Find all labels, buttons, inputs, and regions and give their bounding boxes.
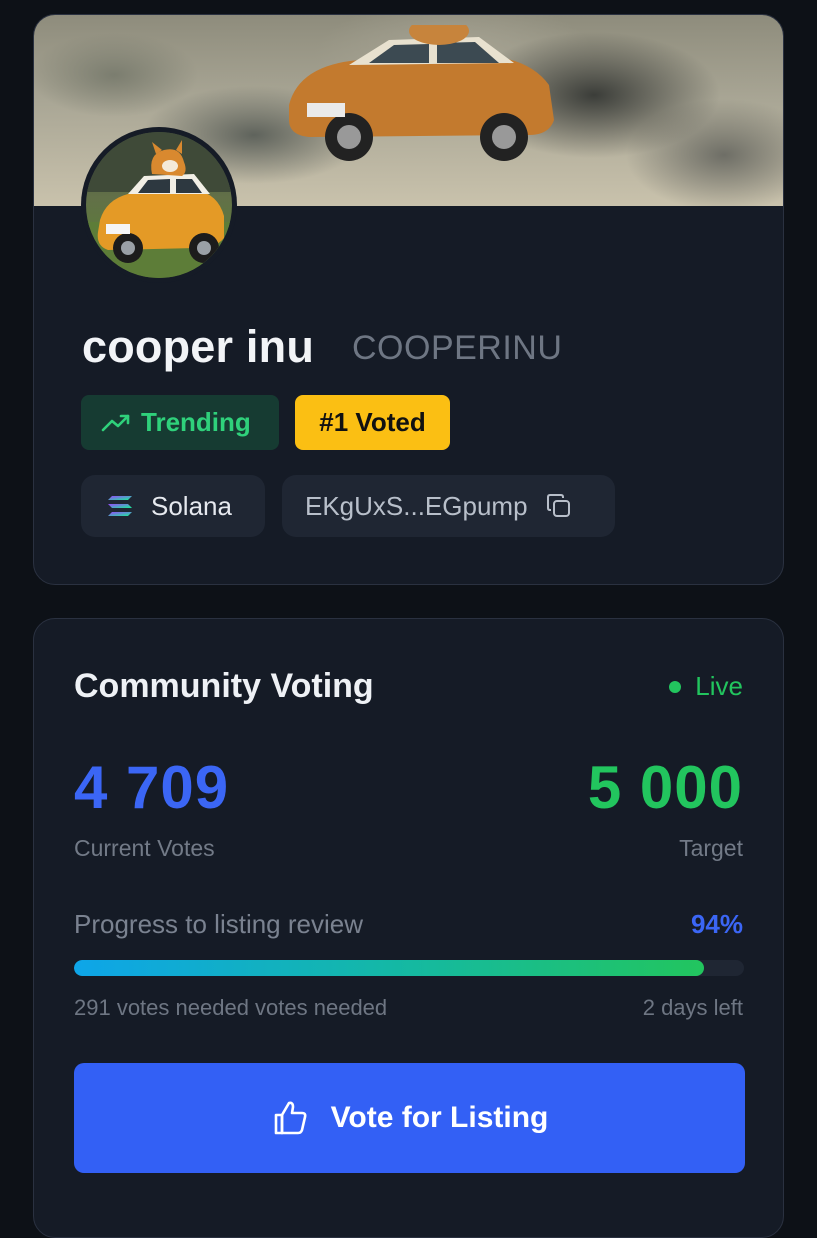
trending-up-icon [101,414,130,431]
live-dot-icon [669,680,682,693]
live-status-label: Live [695,671,743,701]
voted-badge: #1 Voted [295,395,450,450]
banner-car-illustration [289,25,554,161]
progress-label: Progress to listing review [74,909,363,939]
token-symbol: COOPERINU [352,329,563,367]
vote-for-listing-button[interactable]: Vote for Listing [74,1063,745,1173]
trending-badge: Trending [81,395,279,450]
chain-label: Solana [151,490,232,521]
copy-icon[interactable] [546,493,572,519]
progress-bar-fill [74,960,704,976]
live-status: Live [669,671,743,702]
target-votes-value: 5 000 [587,754,743,821]
token-card: cooper inu COOPERINU Trending #1 Voted S… [33,14,784,585]
chain-chip[interactable]: Solana [81,475,265,537]
community-voting-card: Community Voting Live 4 709 Current Vote… [33,618,784,1238]
current-votes-value: 4 709 [74,754,230,821]
solana-icon [108,496,132,516]
time-left-text: 2 days left [642,995,743,1020]
contract-address: EKgUxS...EGpump [305,490,528,521]
vote-button-label: Vote for Listing [330,1101,549,1134]
target-votes-label: Target [679,835,743,861]
progress-percent: 94% [690,909,743,939]
token-avatar [81,127,237,283]
contract-address-chip[interactable]: EKgUxS...EGpump [282,475,615,537]
voted-badge-label: #1 Voted [319,407,426,437]
trending-badge-label: Trending [141,407,251,437]
token-name: cooper inu [82,321,315,372]
votes-needed-text: 291 votes needed votes needed [74,995,388,1020]
thumbs-up-icon [274,1101,307,1135]
avatar-car-illustration [86,132,232,278]
voting-title: Community Voting [74,667,374,705]
progress-bar [74,960,744,976]
current-votes-label: Current Votes [74,835,215,861]
avatar-image [86,132,232,278]
